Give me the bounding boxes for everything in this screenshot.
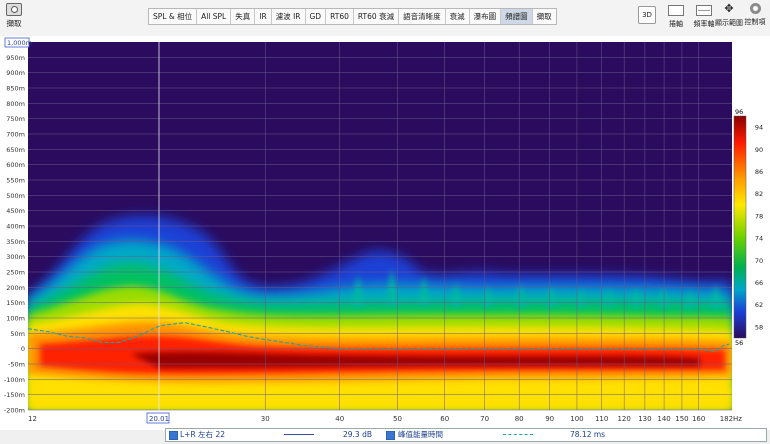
tab-capture[interactable]: 擷取 <box>533 9 556 24</box>
lock-scroll-label: 捲軸 <box>669 20 683 28</box>
x-tick-label: 182Hz <box>720 415 743 423</box>
colorbar-tick-label: 82 <box>755 190 763 198</box>
y-tick-label: 950m <box>6 54 25 62</box>
x-axis-ticks: 12 30 40 50 60 70 80 90 100 110 120 130 140 150 160 182… <box>28 415 742 423</box>
series-1-name: L+R 左右 22 <box>180 430 225 439</box>
tab-spectrogram[interactable]: 頻譜圖 <box>501 9 533 24</box>
y-tick-label: 400m <box>6 223 25 231</box>
y-tick-label: 800m <box>6 100 25 108</box>
colorbar <box>733 115 747 339</box>
colorbar-tick-label: 58 <box>755 323 763 331</box>
view-tabs: SPL & 相位 All SPL 失真 IR 濾波 IR GD RT60 RT6… <box>148 8 557 25</box>
cursor-freq-label: 20.01 <box>149 415 169 423</box>
x-tick-label: 160 <box>692 415 705 423</box>
lock-scroll-button[interactable]: 捲軸 <box>661 3 691 29</box>
tab-rt60[interactable]: RT60 <box>326 9 354 24</box>
fit-range-icon: ✥ <box>724 2 734 15</box>
y-tick-label: -50m <box>8 361 25 369</box>
y-tick-label: 850m <box>6 85 25 93</box>
frequency-axis-icon <box>696 5 712 16</box>
tab-waterfall[interactable]: 瀑布圖 <box>470 9 502 24</box>
y-tick-label: 350m <box>6 238 25 246</box>
controls-button[interactable]: 控制項 <box>740 3 770 27</box>
y-tick-label: -150m <box>4 391 25 399</box>
spectrogram-panel: 950m 900m 850m 800m 750m 700m 650m 600m 550m 500m… <box>0 36 770 430</box>
x-tick-label: 12 <box>28 415 37 423</box>
colorbar-ticks: 94 90 86 82 78 74 70 66 62 58 <box>755 124 763 332</box>
spectrogram-chart[interactable]: 950m 900m 850m 800m 750m 700m 650m 600m 550m 500m… <box>0 36 770 430</box>
y-tick-label: 900m <box>6 69 25 77</box>
y-tick-label: 50m <box>10 330 25 338</box>
x-tick-label: 40 <box>335 415 344 423</box>
y-tick-label: 300m <box>6 253 25 261</box>
tab-decay[interactable]: 衰減 <box>446 9 470 24</box>
y-tick-label: 200m <box>6 284 25 292</box>
y-tick-label: 450m <box>6 207 25 215</box>
x-tick-label: 100 <box>570 415 583 423</box>
series-2-checkbox[interactable] <box>386 431 395 440</box>
colorbar-bottom-label: 56 <box>735 339 743 347</box>
y-tick-label: -100m <box>4 376 25 384</box>
y-tick-label: 600m <box>6 161 25 169</box>
x-tick-label: 50 <box>393 415 402 423</box>
x-tick-label: 150 <box>675 415 688 423</box>
y-axis-ticks: 950m 900m 850m 800m 750m 700m 650m 600m 550m 500m… <box>4 54 25 415</box>
colorbar-tick-label: 70 <box>755 257 763 265</box>
x-tick-label: 110 <box>595 415 608 423</box>
lock-icon <box>668 5 684 16</box>
x-tick-label: 140 <box>657 415 670 423</box>
y-tick-label: 150m <box>6 299 25 307</box>
x-tick-label: 60 <box>440 415 449 423</box>
y-tick-label: 700m <box>6 131 25 139</box>
gear-icon <box>749 3 761 14</box>
colorbar-tick-label: 74 <box>755 235 763 243</box>
y-tick-label: 500m <box>6 192 25 200</box>
y-tick-label: 650m <box>6 146 25 154</box>
tab-distortion[interactable]: 失真 <box>231 9 256 24</box>
colorbar-tick-label: 66 <box>755 279 763 287</box>
x-tick-label: 80 <box>515 415 524 423</box>
y-tick-label: 0 <box>21 345 25 353</box>
series-1-checkbox[interactable] <box>169 431 178 440</box>
x-tick-label: 120 <box>617 415 630 423</box>
capture-button[interactable]: 擷取 <box>3 3 25 29</box>
capture-label: 擷取 <box>6 19 22 28</box>
y-tick-label: 250m <box>6 269 25 277</box>
x-tick-label: 90 <box>545 415 554 423</box>
series-2-swatch <box>503 434 533 435</box>
tab-rt60-decay[interactable]: RT60 衰減 <box>354 9 400 24</box>
y-tick-label: -200m <box>4 407 25 415</box>
y-tick-label: 100m <box>6 315 25 323</box>
series-2-name: 峰值能量時間 <box>398 430 443 439</box>
series-2-value: 78.12 ms <box>570 430 606 439</box>
colorbar-tick-label: 90 <box>755 146 763 154</box>
frequency-axis-label: 頻率軸 <box>693 20 715 28</box>
camera-icon <box>6 3 22 16</box>
3d-toggle-button[interactable]: 3D <box>638 6 656 24</box>
tab-spl-phase[interactable]: SPL & 相位 <box>149 9 198 24</box>
series-1-value: 29.3 dB <box>343 430 372 439</box>
y-tick-label: 550m <box>6 177 25 185</box>
series-1-swatch <box>284 434 314 435</box>
controls-label: 控制項 <box>744 18 766 26</box>
tab-ir[interactable]: IR <box>255 9 272 24</box>
tab-all-spl[interactable]: All SPL <box>197 9 232 24</box>
fit-range-label: 顯示範圍 <box>715 19 743 27</box>
colorbar-tick-label: 86 <box>755 168 763 176</box>
color-scale: 96 56 94 90 86 82 78 74 70 66 62 58 <box>733 108 763 347</box>
x-tick-label: 30 <box>261 415 270 423</box>
colorbar-tick-label: 62 <box>755 301 763 309</box>
toolbar: 擷取 SPL & 相位 All SPL 失真 IR 濾波 IR GD RT60 … <box>0 0 770 37</box>
colorbar-tick-label: 78 <box>755 212 763 220</box>
x-tick-label: 130 <box>638 415 651 423</box>
y-tick-label: 750m <box>6 115 25 123</box>
colorbar-tick-label: 94 <box>755 124 763 132</box>
tab-filtered-ir[interactable]: 濾波 IR <box>272 9 306 24</box>
top-tick-label: 1,000m <box>7 39 32 47</box>
colorbar-top-label: 96 <box>735 108 743 116</box>
tab-gd[interactable]: GD <box>306 9 327 24</box>
x-tick-label: 70 <box>480 415 489 423</box>
tab-speech-clarity[interactable]: 語音清晰度 <box>399 9 446 24</box>
legend-bar: L+R 左右 22 29.3 dB 峰值能量時間 78.12 ms <box>165 428 767 442</box>
